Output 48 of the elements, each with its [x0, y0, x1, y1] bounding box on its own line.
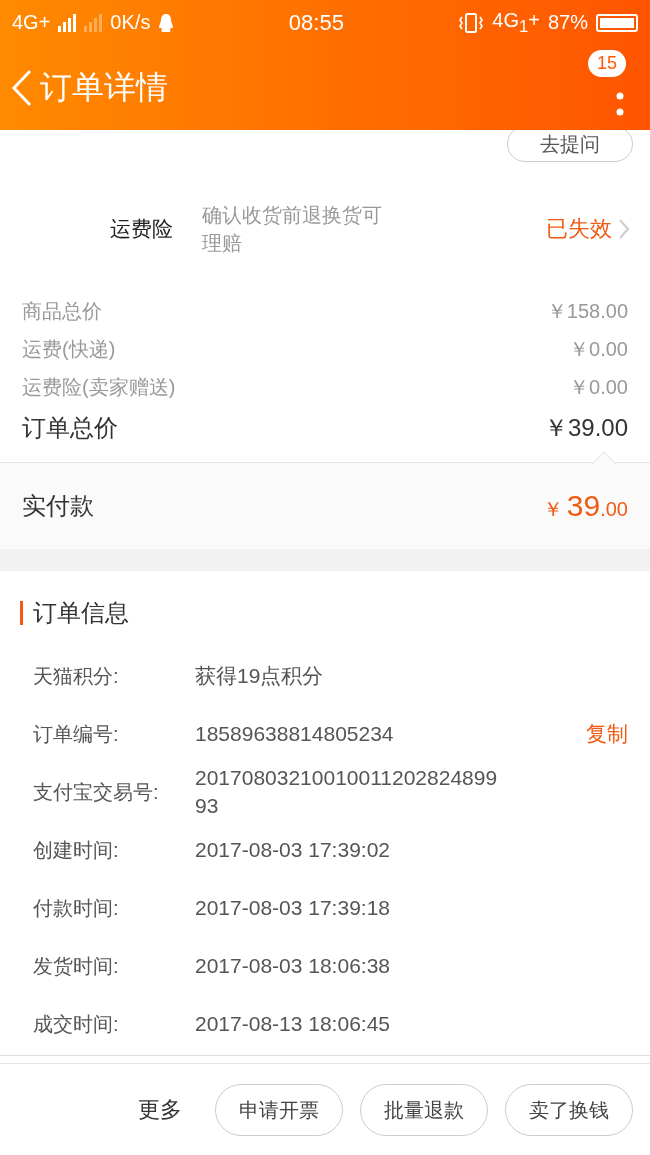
- info-label: 订单编号:: [33, 721, 120, 747]
- ask-button[interactable]: 去提问: [507, 130, 633, 162]
- network-type: 4G+: [12, 11, 51, 34]
- info-value: 2017-08-03 17:39:18: [195, 895, 391, 921]
- price-label: 运费(快递): [22, 336, 116, 362]
- info-value: 2017080321001001120282489993: [195, 765, 499, 819]
- price-value: ￥0.00: [569, 336, 628, 362]
- penguin-icon: [158, 12, 175, 33]
- paid-label: 实付款: [22, 491, 94, 521]
- clock: 08:55: [287, 9, 345, 36]
- network-speed: 0K/s: [110, 11, 151, 34]
- info-value: 2017-08-13 18:06:45: [195, 1011, 391, 1037]
- section-marker: [20, 601, 23, 625]
- info-label: 成交时间:: [33, 1011, 120, 1037]
- message-count-badge: 15: [588, 49, 627, 77]
- info-label: 付款时间:: [33, 895, 120, 921]
- page-title: 订单详情: [40, 67, 169, 107]
- info-value: 2017-08-03 17:39:02: [195, 837, 391, 863]
- price-value: ￥0.00: [569, 374, 628, 400]
- signal-icon: [84, 13, 103, 32]
- action-button[interactable]: 批量退款: [360, 1084, 488, 1136]
- more-icon[interactable]: [616, 91, 624, 118]
- price-label: 商品总价: [22, 298, 102, 324]
- network-type: 4G$_{1}$+: [492, 8, 540, 37]
- info-label: 发货时间:: [33, 953, 120, 979]
- chevron-icon: [618, 218, 630, 240]
- info-label: 创建时间:: [33, 837, 120, 863]
- info-value: 18589638814805234: [195, 721, 395, 747]
- battery-level: 87%: [547, 11, 588, 34]
- info-label: 天猫积分:: [33, 663, 120, 689]
- price-value: ￥158.00: [546, 298, 628, 324]
- price-label: 运费险(卖家赠送): [22, 374, 176, 400]
- info-label: 支付宝交易号:: [33, 779, 160, 805]
- action-button[interactable]: 申请开票: [215, 1084, 343, 1136]
- info-value: 2017-08-03 18:06:38: [195, 953, 391, 979]
- battery-icon: [596, 13, 638, 32]
- vibrate-icon: [458, 11, 485, 34]
- price-value: ￥39.00: [543, 413, 628, 443]
- back-icon[interactable]: [10, 67, 34, 108]
- insurance-label: 运费险: [110, 216, 174, 242]
- insurance-description: 确认收货前退换货可理赔: [202, 203, 383, 256]
- info-value: 获得19点积分: [195, 663, 325, 689]
- action-button[interactable]: 卖了换钱: [505, 1084, 633, 1136]
- price-label: 订单总价: [22, 413, 118, 443]
- more-link[interactable]: 更多: [138, 1095, 182, 1125]
- paid-amount: ￥39.00: [542, 489, 628, 523]
- section-title: 订单信息: [33, 598, 129, 628]
- signal-icon: [58, 13, 77, 32]
